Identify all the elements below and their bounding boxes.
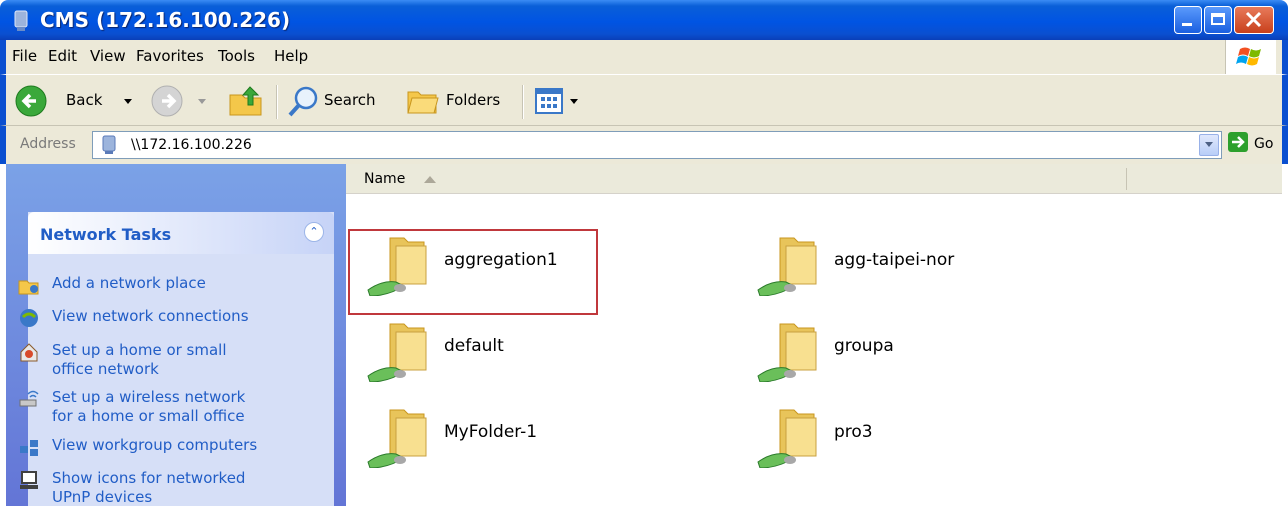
maximize-icon — [1211, 13, 1225, 25]
chevron-down-icon — [1205, 142, 1213, 147]
wireless-network-icon — [19, 390, 39, 407]
address-dropdown-button[interactable] — [1199, 134, 1219, 156]
menu-tools[interactable]: Tools — [218, 47, 255, 65]
folder-name: pro3 — [834, 422, 873, 442]
menu-view[interactable]: View — [90, 47, 126, 65]
highlight-box — [348, 229, 598, 315]
address-input[interactable]: \\172.16.100.226 — [92, 131, 1222, 159]
search-icon — [288, 86, 318, 117]
task-label: Add a network place — [52, 274, 206, 292]
windows-logo-icon — [1225, 40, 1276, 74]
folder-item[interactable]: MyFolder-1 — [352, 400, 732, 480]
folders-icon — [407, 91, 439, 114]
back-arrow-icon — [15, 85, 47, 117]
minimize-icon — [1182, 23, 1192, 26]
task-label: View network connections — [52, 307, 249, 325]
menu-file[interactable]: File — [12, 47, 37, 65]
task-pane: Network Tasks ⌃ Add a network place View… — [6, 164, 346, 506]
column-header-name[interactable]: Name — [364, 171, 405, 187]
up-folder-button[interactable] — [228, 83, 268, 119]
go-label[interactable]: Go — [1254, 136, 1273, 152]
address-label: Address — [20, 136, 76, 152]
home-network-icon — [20, 343, 38, 362]
folder-item[interactable]: agg-taipei-nor — [742, 228, 1122, 308]
forward-button[interactable] — [148, 83, 208, 119]
back-dropdown-icon — [124, 99, 132, 104]
task-label: Show icons for networked UPnP devices — [52, 469, 246, 506]
task-label: View workgroup computers — [52, 436, 258, 454]
back-button[interactable]: Back — [10, 83, 144, 119]
file-list-pane[interactable]: Name aggregation1 agg-taipei-nor default — [346, 164, 1282, 506]
search-label: Search — [324, 91, 376, 109]
network-share-icon — [102, 135, 116, 154]
network-tasks-title: Network Tasks — [40, 225, 172, 244]
menu-edit[interactable]: Edit — [48, 47, 77, 65]
task-label: Set up a wireless network for a home or … — [52, 388, 246, 425]
network-share-icon — [14, 10, 28, 31]
views-icon — [535, 88, 563, 114]
shared-folder-icon — [367, 409, 427, 468]
menu-bar: File Edit View Favorites Tools Help — [0, 40, 1288, 74]
search-button[interactable]: Search — [284, 83, 394, 119]
upnp-icon — [20, 471, 38, 489]
address-value: \\172.16.100.226 — [131, 137, 252, 153]
workgroup-icon — [20, 440, 38, 456]
network-tasks-header[interactable]: Network Tasks ⌃ — [28, 212, 334, 254]
folders-label: Folders — [446, 91, 501, 109]
views-button[interactable] — [532, 83, 592, 119]
folder-name: groupa — [834, 336, 894, 356]
folders-button[interactable]: Folders — [404, 83, 514, 119]
close-icon — [1245, 11, 1262, 28]
shared-folder-icon — [757, 237, 817, 296]
forward-dropdown-icon — [198, 99, 206, 104]
menu-help[interactable]: Help — [274, 47, 308, 65]
go-button[interactable] — [1228, 132, 1248, 152]
forward-arrow-icon — [151, 85, 183, 117]
window-title: CMS (172.16.100.226) — [40, 8, 291, 32]
toolbar: Back Search Folders — [0, 74, 1288, 126]
shared-folder-icon — [757, 409, 817, 468]
shared-folder-icon — [367, 323, 427, 382]
close-button[interactable] — [1234, 6, 1274, 34]
address-bar: Address \\172.16.100.226 Go — [0, 126, 1288, 164]
sort-ascending-icon — [424, 176, 436, 183]
network-place-icon — [18, 280, 39, 295]
shared-folder-icon — [757, 323, 817, 382]
folder-name: MyFolder-1 — [444, 422, 538, 442]
menu-favorites[interactable]: Favorites — [136, 47, 204, 65]
column-header-bar: Name — [346, 164, 1282, 194]
go-arrow-icon — [1232, 136, 1245, 148]
folder-name: default — [444, 336, 504, 356]
collapse-icon[interactable]: ⌃ — [304, 222, 324, 242]
folder-item[interactable]: pro3 — [742, 400, 1122, 480]
column-divider — [1126, 168, 1127, 190]
minimize-button[interactable] — [1174, 6, 1202, 34]
back-label: Back — [66, 91, 103, 109]
folder-item[interactable]: groupa — [742, 314, 1122, 394]
network-connections-icon — [20, 309, 38, 327]
up-folder-icon — [229, 86, 262, 116]
maximize-button[interactable] — [1204, 6, 1232, 34]
views-dropdown-icon — [570, 99, 578, 104]
folder-name: agg-taipei-nor — [834, 250, 955, 270]
title-bar[interactable]: CMS (172.16.100.226) — [0, 0, 1288, 40]
task-label: Set up a home or small office network — [52, 341, 227, 378]
folder-item[interactable]: default — [352, 314, 732, 394]
